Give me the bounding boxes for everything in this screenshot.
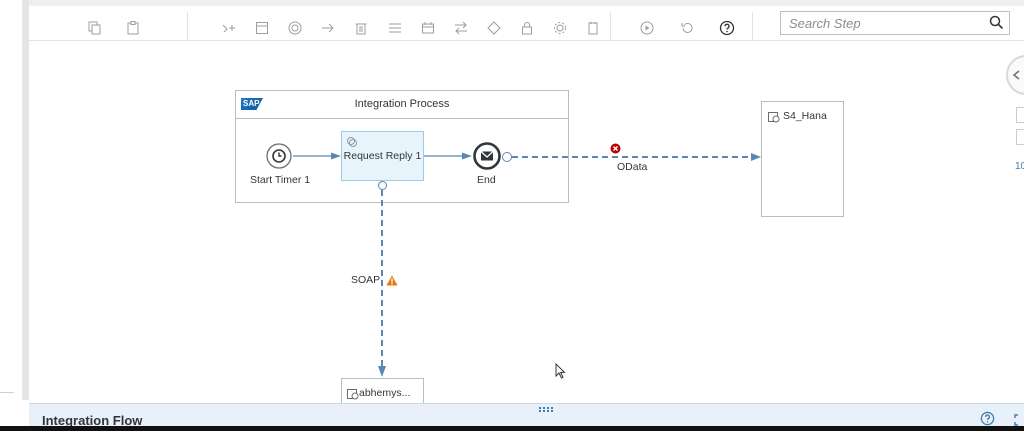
- end-connection-port[interactable]: [502, 152, 512, 162]
- odata-arrowhead: [751, 153, 761, 161]
- odata-label[interactable]: OData: [617, 161, 647, 173]
- soap-label[interactable]: SOAP: [351, 274, 380, 286]
- request-reply-label: Request Reply 1: [343, 150, 422, 162]
- s4-hana-receiver[interactable]: S4_Hana: [761, 101, 844, 217]
- screen-bottom-edge: [0, 426, 1024, 431]
- pan-left-icon: [1012, 70, 1020, 80]
- s4-hana-label: S4_Hana: [783, 110, 827, 122]
- mouse-pointer-icon: [555, 362, 566, 384]
- sequence-flow-arrowhead: [331, 152, 341, 160]
- timer-icon: [266, 143, 292, 169]
- receiver-icon: [768, 110, 780, 128]
- connections-layer: [293, 152, 761, 377]
- warning-icon[interactable]: [386, 273, 398, 291]
- soap-arrowhead: [378, 366, 386, 377]
- request-reply-step[interactable]: Request Reply 1: [341, 131, 424, 181]
- sequence-flow-arrowhead: [462, 152, 472, 160]
- soap-receiver-label: abhemys...: [359, 387, 411, 399]
- task-connection-port[interactable]: [378, 181, 387, 190]
- start-timer-event[interactable]: [266, 143, 292, 169]
- zoom-in-button[interactable]: [1016, 107, 1024, 123]
- zoom-level: 10: [1015, 161, 1024, 172]
- zoom-out-button[interactable]: [1016, 129, 1024, 145]
- end-label: End: [477, 174, 496, 186]
- error-icon[interactable]: [610, 141, 621, 159]
- resize-grip-icon[interactable]: [539, 400, 553, 412]
- envelope-icon: [473, 142, 501, 170]
- end-message-event[interactable]: [473, 142, 501, 170]
- start-timer-label: Start Timer 1: [250, 174, 311, 186]
